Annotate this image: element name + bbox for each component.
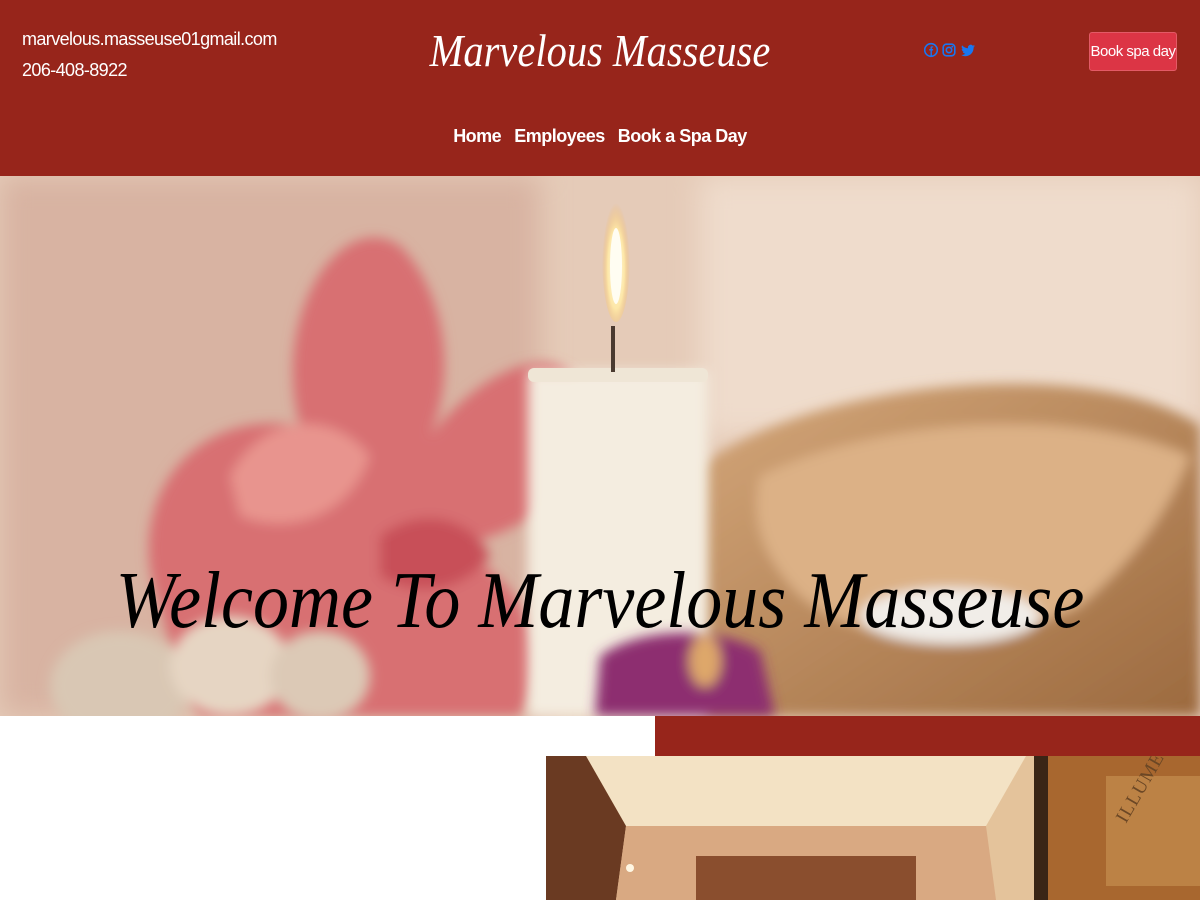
nav-home[interactable]: Home xyxy=(453,126,502,147)
twitter-icon[interactable] xyxy=(960,42,975,58)
book-spa-day-button[interactable]: Book spa day xyxy=(1089,32,1177,71)
facebook-icon[interactable] xyxy=(923,42,939,58)
hero-title: Welcome To Marvelous Masseuse xyxy=(115,557,1085,645)
nav-book-spa-day[interactable]: Book a Spa Day xyxy=(618,126,748,147)
hero-banner: Welcome To Marvelous Masseuse xyxy=(0,176,1200,716)
site-header: marvelous.masseuse01gmail.com 206-408-89… xyxy=(0,0,1200,176)
spa-room-image: ILLUME xyxy=(546,756,1200,900)
social-links xyxy=(923,42,975,58)
nav-employees[interactable]: Employees xyxy=(514,126,605,147)
instagram-icon[interactable] xyxy=(942,42,956,58)
accent-band xyxy=(655,716,1200,756)
main-nav: Home Employees Book a Spa Day xyxy=(0,126,1200,147)
